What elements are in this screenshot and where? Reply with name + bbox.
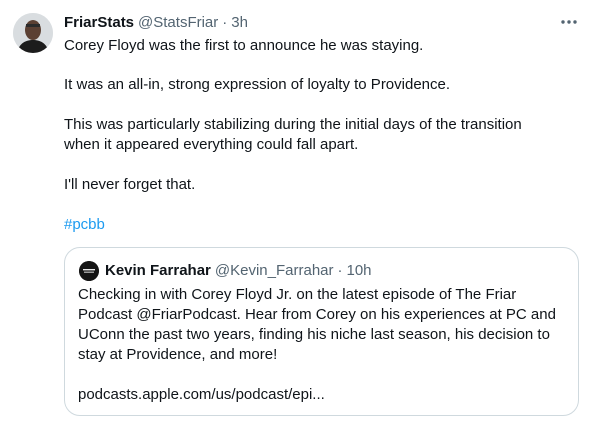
author-display-name[interactable]: FriarStats — [64, 14, 134, 31]
tweet-text-line: This was particularly stabilizing during… — [64, 116, 522, 133]
tweet-text-line: I'll never forget that. — [64, 176, 196, 193]
quoted-link-text[interactable]: podcasts.apple.com/us/podcast/epi... — [78, 385, 325, 405]
podcast-logo-avatar-icon — [79, 261, 99, 281]
separator-dot: · — [222, 13, 228, 31]
hashtag-link[interactable]: #pcbb — [64, 215, 105, 235]
quoted-tweet-timestamp[interactable]: 10h — [347, 262, 372, 279]
tweet-text-line: It was an all-in, strong expression of l… — [64, 76, 451, 93]
quoted-text-line: Podcast @FriarPodcast. Hear from Corey o… — [78, 306, 556, 323]
user-avatar-icon — [13, 13, 53, 53]
quoted-tweet-header: Kevin Farrahar @Kevin_Farrahar · 10h — [105, 260, 372, 280]
quoted-text-line: UConn the past two years, finding his ni… — [78, 326, 550, 343]
author-avatar[interactable] — [13, 13, 53, 53]
quoted-author-handle[interactable]: @Kevin_Farrahar — [215, 262, 334, 279]
author-handle[interactable]: @StatsFriar — [138, 14, 218, 31]
tweet-text-line: Corey Floyd was the first to announce he… — [64, 37, 424, 54]
tweet-timestamp[interactable]: 3h — [231, 14, 248, 31]
quoted-text-line: Checking in with Corey Floyd Jr. on the … — [78, 286, 517, 303]
quoted-text-line: stay at Providence, and more! — [78, 346, 278, 363]
quoted-tweet[interactable]: Kevin Farrahar @Kevin_Farrahar · 10h Che… — [64, 247, 579, 416]
separator-dot: · — [337, 261, 343, 279]
quoted-author-display-name[interactable]: Kevin Farrahar — [105, 262, 211, 279]
quoted-author-avatar[interactable] — [79, 261, 99, 281]
tweet[interactable]: FriarStats @StatsFriar · 3h Corey Floyd … — [0, 0, 592, 425]
tweet-header: FriarStats @StatsFriar · 3h — [64, 12, 248, 32]
tweet-text-line: when it appeared everything could fall a… — [64, 136, 359, 153]
more-icon[interactable] — [557, 13, 581, 31]
